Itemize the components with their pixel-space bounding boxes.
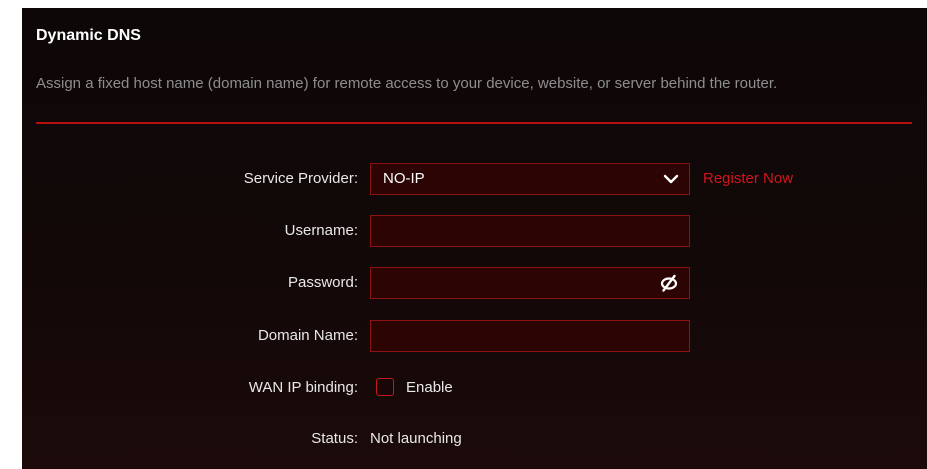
password-row: Password: bbox=[22, 267, 927, 299]
section-description: Assign a fixed host name (domain name) f… bbox=[36, 75, 778, 92]
enable-label[interactable]: Enable bbox=[406, 372, 453, 404]
domain-name-row: Domain Name: bbox=[22, 320, 927, 352]
username-field-box bbox=[370, 215, 690, 247]
status-label: Status: bbox=[311, 430, 358, 447]
password-input[interactable] bbox=[371, 268, 689, 298]
domain-name-field-box bbox=[370, 320, 690, 352]
service-provider-value: NO-IP bbox=[383, 170, 425, 187]
eye-slash-icon[interactable] bbox=[659, 274, 679, 292]
status-value: Not launching bbox=[370, 430, 462, 447]
section-title: Dynamic DNS bbox=[36, 27, 141, 44]
section-divider bbox=[36, 122, 912, 124]
dynamic-dns-panel: Dynamic DNS Assign a fixed host name (do… bbox=[22, 8, 927, 469]
username-label: Username: bbox=[284, 222, 358, 239]
register-now-link[interactable]: Register Now bbox=[703, 163, 793, 195]
password-label: Password: bbox=[287, 274, 358, 291]
password-field-box bbox=[370, 267, 690, 299]
service-provider-select[interactable]: NO-IP bbox=[370, 163, 690, 195]
username-row: Username: bbox=[22, 215, 927, 247]
wan-ip-binding-row: WAN IP binding: Enable bbox=[22, 372, 927, 404]
wan-ip-binding-label: WAN IP binding: bbox=[248, 379, 358, 396]
domain-name-input[interactable] bbox=[371, 321, 689, 351]
domain-name-label: Domain Name: bbox=[257, 327, 358, 344]
status-row: Status: Not launching bbox=[22, 423, 927, 455]
chevron-down-icon bbox=[663, 174, 679, 184]
username-input[interactable] bbox=[371, 216, 689, 246]
service-provider-row: Service Provider: NO-IP Register Now bbox=[22, 163, 927, 195]
wan-ip-binding-checkbox[interactable] bbox=[376, 378, 394, 396]
service-provider-label: Service Provider: bbox=[243, 170, 358, 187]
